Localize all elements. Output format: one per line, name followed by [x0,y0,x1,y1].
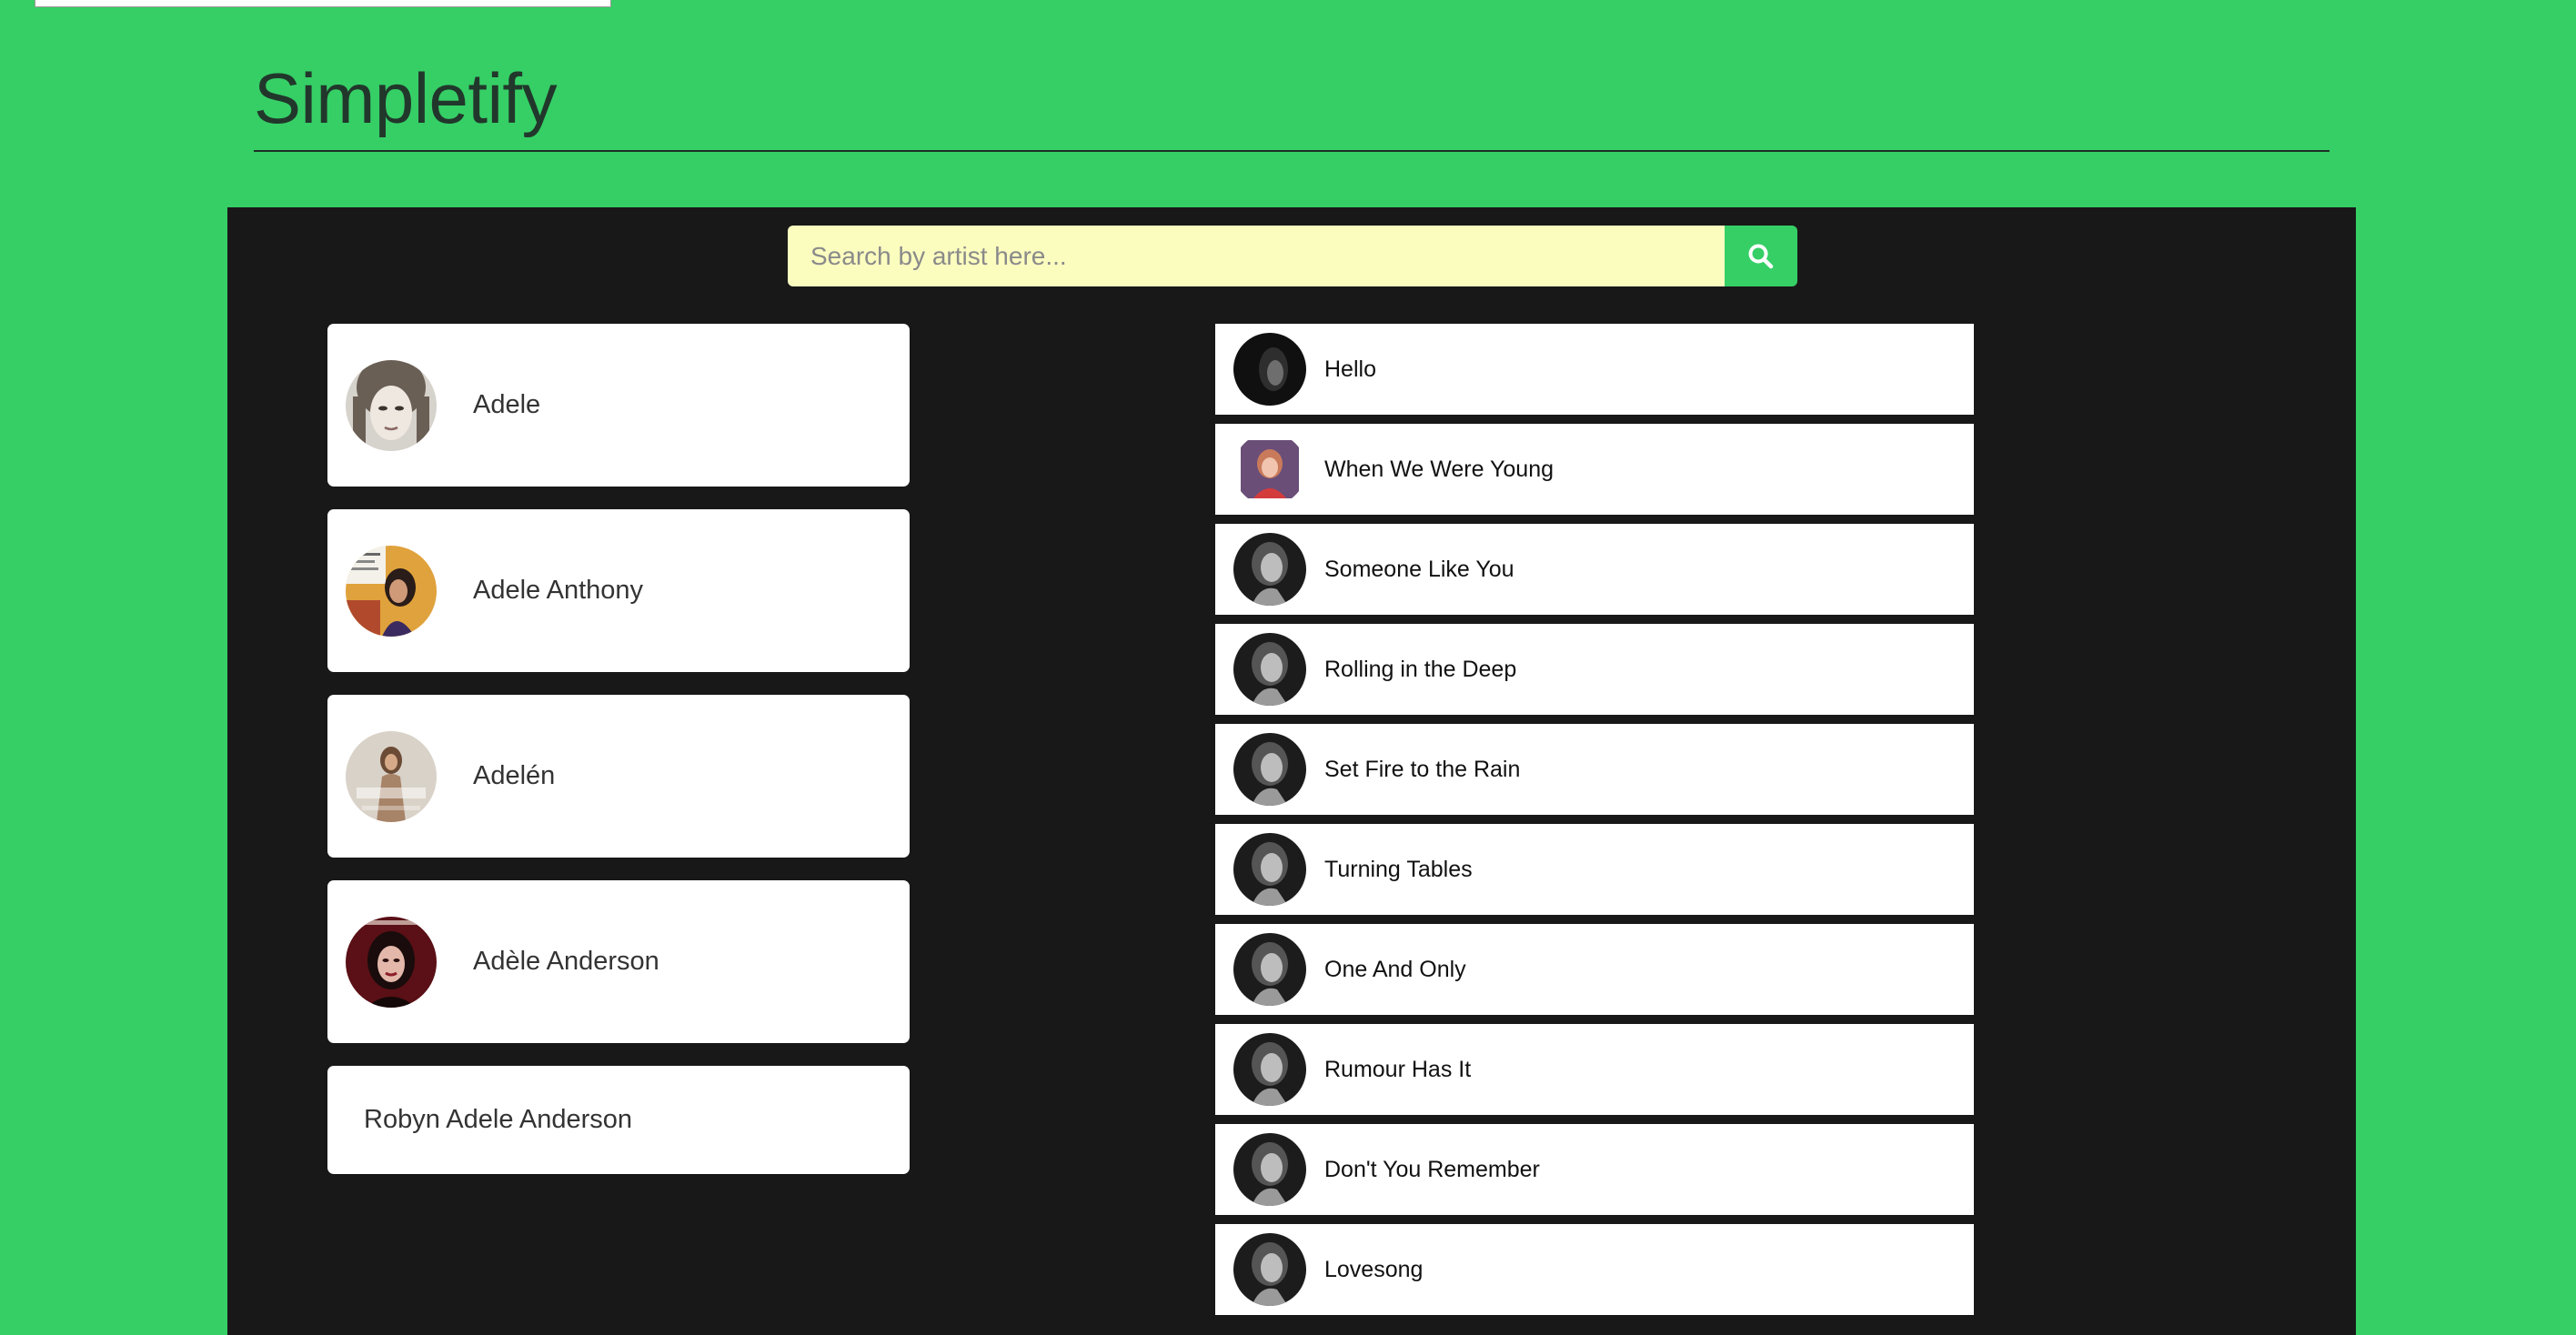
search-button[interactable] [1725,226,1797,286]
track-row-set-fire-to-the-rain[interactable]: Set Fire to the Rain [1215,724,1974,815]
artist-avatar [346,730,437,822]
track-row-rumour-has-it[interactable]: Rumour Has It [1215,1024,1974,1115]
artist-name: Adele [473,390,541,419]
track-list: Hello When We Were Young Someone Like Yo… [1215,324,1974,1324]
artist-name: Robyn Adele Anderson [364,1105,633,1134]
track-row-lovesong[interactable]: Lovesong [1215,1224,1974,1315]
artist-name: Adelén [473,761,556,790]
artist-avatar [346,545,437,637]
search-icon [1747,243,1775,270]
title-divider [254,150,2329,152]
search-bar [788,226,1797,286]
artist-name: Adele Anthony [473,576,644,605]
track-name: Lovesong [1324,1256,1424,1282]
artist-list: Adele Adele Anthony Adelén Adèle Anderso… [327,324,910,1197]
track-name: Don't You Remember [1324,1156,1540,1182]
artist-avatar [346,359,437,451]
track-thumbnail [1233,833,1306,906]
track-thumbnail [1233,433,1306,506]
track-name: Rumour Has It [1324,1056,1472,1082]
track-thumbnail [1233,1133,1306,1206]
artist-card-adele[interactable]: Adele [327,324,910,487]
track-name: One And Only [1324,956,1466,982]
track-thumbnail [1233,1233,1306,1306]
track-thumbnail [1233,933,1306,1006]
track-row-when-we-were-young[interactable]: When We Were Young [1215,424,1974,515]
track-name: When We Were Young [1324,456,1555,482]
track-name: Turning Tables [1324,856,1473,882]
artist-card-adelen[interactable]: Adelén [327,695,910,858]
track-thumbnail [1233,333,1306,406]
track-name: Hello [1324,356,1376,382]
track-name: Set Fire to the Rain [1324,756,1521,782]
app-header: Simpletify [254,53,2329,152]
track-thumbnail [1233,633,1306,706]
track-row-one-and-only[interactable]: One And Only [1215,924,1974,1015]
top-overlay-strip [35,0,611,7]
search-input[interactable] [788,226,1725,286]
track-thumbnail [1233,733,1306,806]
artist-card-adele-anthony[interactable]: Adele Anthony [327,509,910,672]
artist-name: Adèle Anderson [473,947,659,976]
track-row-rolling-in-the-deep[interactable]: Rolling in the Deep [1215,624,1974,715]
artist-card-adele-anderson[interactable]: Adèle Anderson [327,880,910,1043]
track-row-dont-you-remember[interactable]: Don't You Remember [1215,1124,1974,1215]
track-row-hello[interactable]: Hello [1215,324,1974,415]
app-title: Simpletify [254,58,558,138]
artist-avatar [346,916,437,1008]
track-thumbnail [1233,1033,1306,1106]
track-row-turning-tables[interactable]: Turning Tables [1215,824,1974,915]
artist-card-robyn-adele-anderson[interactable]: Robyn Adele Anderson [327,1066,910,1174]
track-name: Rolling in the Deep [1324,656,1517,682]
track-name: Someone Like You [1324,556,1514,582]
track-thumbnail [1233,533,1306,606]
track-row-someone-like-you[interactable]: Someone Like You [1215,524,1974,615]
